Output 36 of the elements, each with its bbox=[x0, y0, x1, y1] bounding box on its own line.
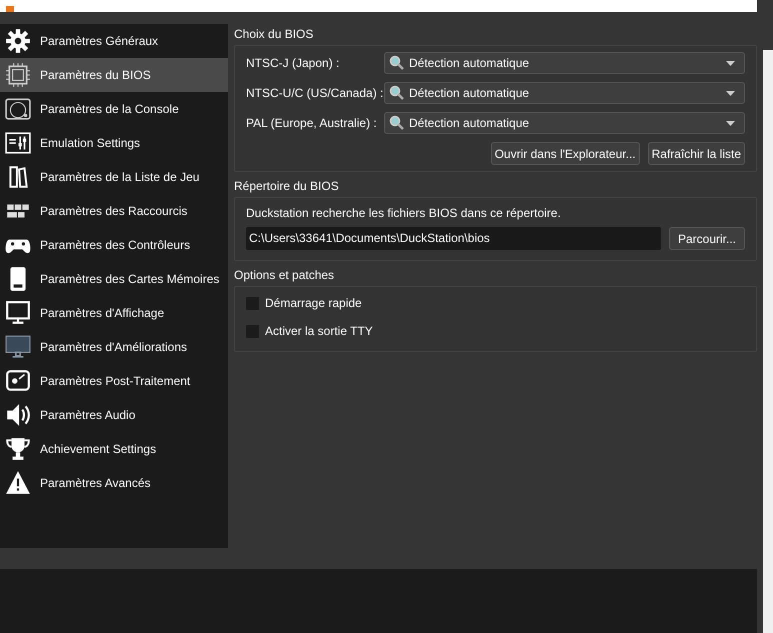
monitor-icon bbox=[4, 300, 32, 326]
region-label: PAL (Europe, Australie) : bbox=[246, 115, 378, 132]
sidebar-item[interactable]: Paramètres du BIOS bbox=[0, 58, 228, 92]
magnifier-icon bbox=[389, 85, 405, 101]
bios-dropdown[interactable]: Détection automatique bbox=[384, 82, 745, 104]
caret-icon bbox=[726, 90, 735, 96]
console-icon bbox=[4, 96, 32, 122]
group-title: Répertoire du BIOS bbox=[234, 178, 340, 195]
magnifier-icon bbox=[389, 115, 405, 131]
region-label: NTSC-U/C (US/Canada) : bbox=[246, 85, 384, 102]
chip-icon bbox=[4, 62, 32, 88]
sliders-icon bbox=[4, 130, 32, 156]
bios-dropdown[interactable]: Détection automatique bbox=[384, 52, 745, 74]
speaker-icon bbox=[4, 402, 32, 428]
checkbox-label: Démarrage rapide bbox=[265, 295, 362, 312]
button[interactable]: Ouvrir dans l'Explorateur... bbox=[490, 142, 640, 165]
group-title: Choix du BIOS bbox=[234, 26, 314, 43]
sparkle-screen-icon bbox=[4, 368, 32, 394]
gear-icon bbox=[4, 28, 32, 54]
browse-button[interactable]: Parcourir... bbox=[668, 227, 745, 250]
description-text: Duckstation recherche les fichiers BIOS dans ce répertoire. bbox=[246, 205, 562, 222]
warning-icon bbox=[4, 470, 32, 496]
checkbox[interactable] bbox=[246, 324, 259, 338]
monitor-icon bbox=[4, 334, 32, 360]
magnifier-icon bbox=[389, 55, 405, 71]
trophy-icon bbox=[4, 436, 32, 462]
checkbox[interactable] bbox=[246, 296, 259, 310]
bios-dropdown[interactable]: Détection automatique bbox=[384, 112, 745, 134]
path-field[interactable]: C:\Users\33641\Documents\DuckStation\bios bbox=[246, 227, 661, 250]
region-label: NTSC-J (Japon) : bbox=[246, 55, 340, 72]
group-title: Options et patches bbox=[234, 267, 336, 284]
caret-icon bbox=[726, 60, 735, 66]
app-icon bbox=[6, 6, 14, 12]
checkbox-label: Activer la sortie TTY bbox=[265, 323, 373, 340]
caret-icon bbox=[726, 120, 735, 126]
button[interactable]: Rafraîchir la liste bbox=[648, 142, 745, 165]
